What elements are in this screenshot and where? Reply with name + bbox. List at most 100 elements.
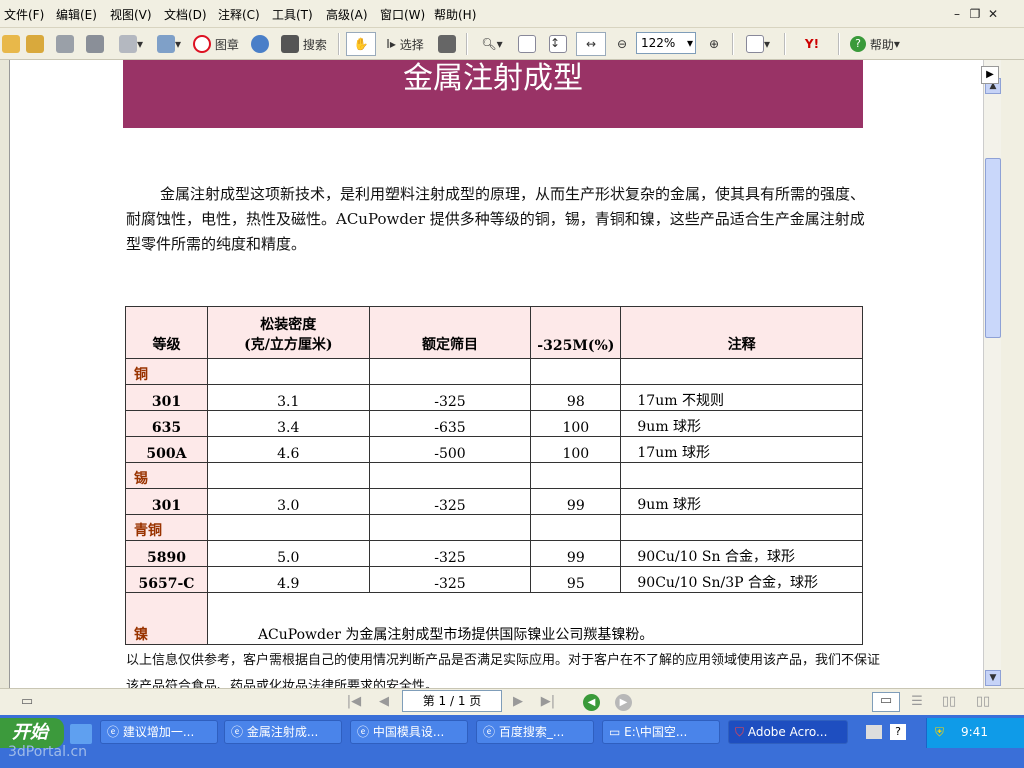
menu-file[interactable]: 文件(F): [4, 6, 44, 23]
taskbar-item[interactable]: ▭ E:\中国空...: [602, 720, 720, 744]
single-page-layout-button[interactable]: ▭: [872, 692, 900, 712]
quick-launch-icon[interactable]: [70, 724, 92, 744]
select-tool-button[interactable]: I▸ 选择: [380, 32, 430, 56]
continuous-facing-layout-button[interactable]: ▯▯: [972, 694, 994, 710]
print-button[interactable]: [84, 32, 106, 56]
previous-page-button[interactable]: ◀: [376, 694, 392, 710]
menu-edit[interactable]: 编辑(E): [56, 6, 97, 23]
continuous-layout-button[interactable]: ☰: [908, 694, 926, 710]
zoom-value: 122%: [641, 36, 676, 50]
globe-icon: [251, 35, 269, 53]
table-cell: [530, 462, 622, 489]
table-cell: [368, 358, 532, 385]
taskbar-item-label: 建议增加一...: [122, 725, 195, 739]
taskbar-item[interactable]: ⓔ 金属注射成...: [224, 720, 342, 744]
note-cell: 90Cu/10 Sn 合金，球形: [620, 540, 863, 567]
note-cell: 17um 不规则: [620, 384, 863, 411]
panel-expand-button[interactable]: ▶: [981, 66, 999, 84]
zoom-input[interactable]: 122% ▾: [636, 32, 696, 54]
magnifier-icon: 🔍︎: [481, 37, 497, 51]
taskbar-item[interactable]: ⓔ 建议增加一...: [100, 720, 218, 744]
zoom-out-button[interactable]: ⊖: [612, 32, 632, 56]
search-button[interactable]: 搜索: [278, 32, 330, 56]
last-page-button[interactable]: ▶|: [540, 694, 556, 710]
next-page-button[interactable]: ▶: [510, 694, 526, 710]
restore-icon[interactable]: ❐: [968, 7, 982, 21]
density-cell: 3.0: [206, 488, 370, 515]
facing-layout-button[interactable]: ▯▯: [940, 694, 958, 710]
close-icon[interactable]: ✕: [986, 7, 1000, 21]
keyboard-icon[interactable]: [866, 725, 882, 739]
hand-tool-button[interactable]: ✋: [346, 32, 376, 56]
previous-view-button[interactable]: ◀: [583, 694, 600, 711]
note-cell: 9um 球形: [620, 410, 863, 437]
continuous-icon: ☰: [911, 694, 923, 709]
yahoo-button[interactable]: Y!: [792, 32, 832, 56]
snapshot-button[interactable]: [436, 32, 458, 56]
taskbar-item[interactable]: ⓔ 中国模具设...: [350, 720, 468, 744]
fit-width-button[interactable]: ↔: [576, 32, 606, 56]
menu-window[interactable]: 窗口(W): [380, 6, 425, 23]
toolbar-divider: [338, 33, 340, 55]
zoom-in-button[interactable]: ⊕: [704, 32, 724, 56]
group-copper: 铜: [125, 358, 208, 385]
first-page-button[interactable]: |◀: [346, 694, 362, 710]
page-number-input[interactable]: 第 1 / 1 页: [402, 690, 502, 712]
single-page-icon: ▭: [879, 693, 893, 708]
stamp-button[interactable]: 图章: [190, 32, 242, 56]
menu-comments[interactable]: 注释(C): [218, 6, 260, 23]
shield-icon[interactable]: ⛨: [935, 725, 944, 740]
table-cell: [368, 514, 532, 541]
ie-icon: ⓔ: [357, 725, 373, 739]
zoom-tool-button[interactable]: 🔍︎ ▾: [474, 32, 510, 56]
fit-page-button[interactable]: ↕: [546, 32, 570, 56]
scroll-down-button[interactable]: ▼: [985, 670, 1001, 686]
document-view[interactable]: 金属注射成型 金属注射成型这项新技术，是利用塑料注射成型的原理，从而生产形状复杂…: [10, 60, 978, 688]
group-bronze: 青铜: [125, 514, 208, 541]
minimize-icon[interactable]: –: [950, 7, 964, 21]
rotate-page-icon: [745, 35, 764, 53]
note-cell: 90Cu/10 Sn/3P 合金，球形: [620, 566, 863, 593]
clock[interactable]: 9:41: [961, 725, 988, 739]
menu-tools[interactable]: 工具(T): [272, 6, 313, 23]
save-button[interactable]: [54, 32, 76, 56]
density-cell: 4.6: [206, 436, 370, 463]
taskbar-item[interactable]: ⓔ 百度搜索_...: [476, 720, 594, 744]
table-cell: [530, 358, 622, 385]
open-folder-button[interactable]: [0, 32, 22, 56]
right-panel-rail: ▶: [981, 60, 1024, 688]
rotate-button[interactable]: ▾: [740, 32, 776, 56]
ie-icon: ⓔ: [483, 725, 499, 739]
create-pdf-button[interactable]: ▾: [114, 32, 148, 56]
menu-advanced[interactable]: 高级(A): [326, 6, 368, 23]
grade-cell: 301: [125, 488, 208, 515]
organizer-button[interactable]: [24, 32, 46, 56]
menu-help[interactable]: 帮助(H): [434, 6, 476, 23]
taskbar-item-active[interactable]: ⛉ Adobe Acro...: [728, 720, 848, 744]
hide-bar-button[interactable]: ▭: [20, 694, 34, 710]
density-cell: 3.4: [206, 410, 370, 437]
vertical-scrollbar[interactable]: ▲ ▼: [983, 60, 1001, 688]
help-button[interactable]: ? 帮助 ▾: [846, 32, 904, 56]
grade-cell: 500A: [125, 436, 208, 463]
scroll-thumb[interactable]: [985, 158, 1001, 338]
printer-icon: [86, 35, 104, 53]
stamp-icon: [193, 35, 212, 53]
percent-cell: 99: [530, 488, 622, 515]
navigation-panel-edge[interactable]: [0, 60, 10, 688]
actual-size-button[interactable]: [516, 32, 538, 56]
mesh-cell: -325: [368, 540, 532, 567]
menu-bar: 文件(F) 编辑(E) 视图(V) 文档(D) 注释(C) 工具(T) 高级(A…: [0, 0, 1024, 28]
menu-view[interactable]: 视图(V): [110, 6, 152, 23]
help-tray-icon[interactable]: ?: [890, 724, 906, 740]
adobe-icon: ⛉: [735, 725, 748, 739]
header-density: 松装密度 (克/立方厘米): [206, 306, 370, 359]
table-cell: [206, 514, 370, 541]
next-view-button[interactable]: ▶: [615, 694, 632, 711]
menu-document[interactable]: 文档(D): [164, 6, 207, 23]
mesh-cell: -325: [368, 384, 532, 411]
attach-button[interactable]: ▾: [152, 32, 186, 56]
windows-taskbar: 开始 ⓔ 建议增加一... ⓔ 金属注射成... ⓔ 中国模具设... ⓔ 百度…: [0, 715, 1024, 768]
web-button[interactable]: [248, 32, 272, 56]
start-label: 开始: [12, 722, 48, 743]
